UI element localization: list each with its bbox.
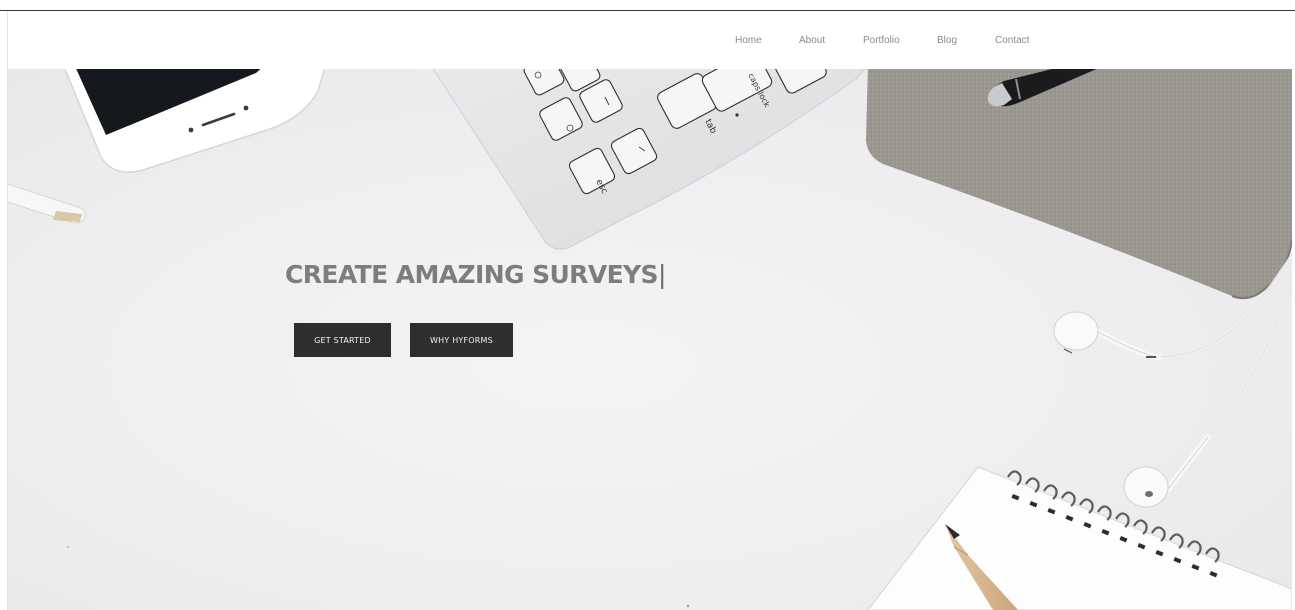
why-hyforms-button[interactable]: WHY HYFORMS bbox=[410, 323, 513, 357]
nav-home-link[interactable]: Home bbox=[735, 35, 762, 46]
typing-cursor: | bbox=[657, 260, 666, 289]
page: Home About Portfolio Blog Contact esc ta… bbox=[0, 0, 1295, 610]
desk-background-image: esc tab caps lock bbox=[8, 69, 1292, 610]
nav-portfolio-link[interactable]: Portfolio bbox=[863, 35, 900, 46]
get-started-button[interactable]: GET STARTED bbox=[294, 323, 391, 357]
phone-image bbox=[64, 69, 326, 173]
notebook-image bbox=[866, 69, 1292, 300]
navbar: Home About Portfolio Blog Contact bbox=[8, 11, 1295, 69]
pen-image bbox=[8, 183, 86, 224]
nav-contact-link[interactable]: Contact bbox=[995, 35, 1029, 46]
spiral-notepad-image bbox=[867, 466, 1292, 610]
nav-blog-link[interactable]: Blog bbox=[937, 35, 957, 46]
hero-headline: CREATE AMAZING SURVEYS| bbox=[285, 260, 666, 289]
keyboard-image: esc tab caps lock bbox=[432, 69, 867, 250]
hero-section: esc tab caps lock CREATE AMAZING SURVEYS… bbox=[8, 69, 1292, 610]
nav-about-link[interactable]: About bbox=[799, 35, 825, 46]
hero-headline-text: CREATE AMAZING SURVEYS bbox=[285, 260, 659, 289]
